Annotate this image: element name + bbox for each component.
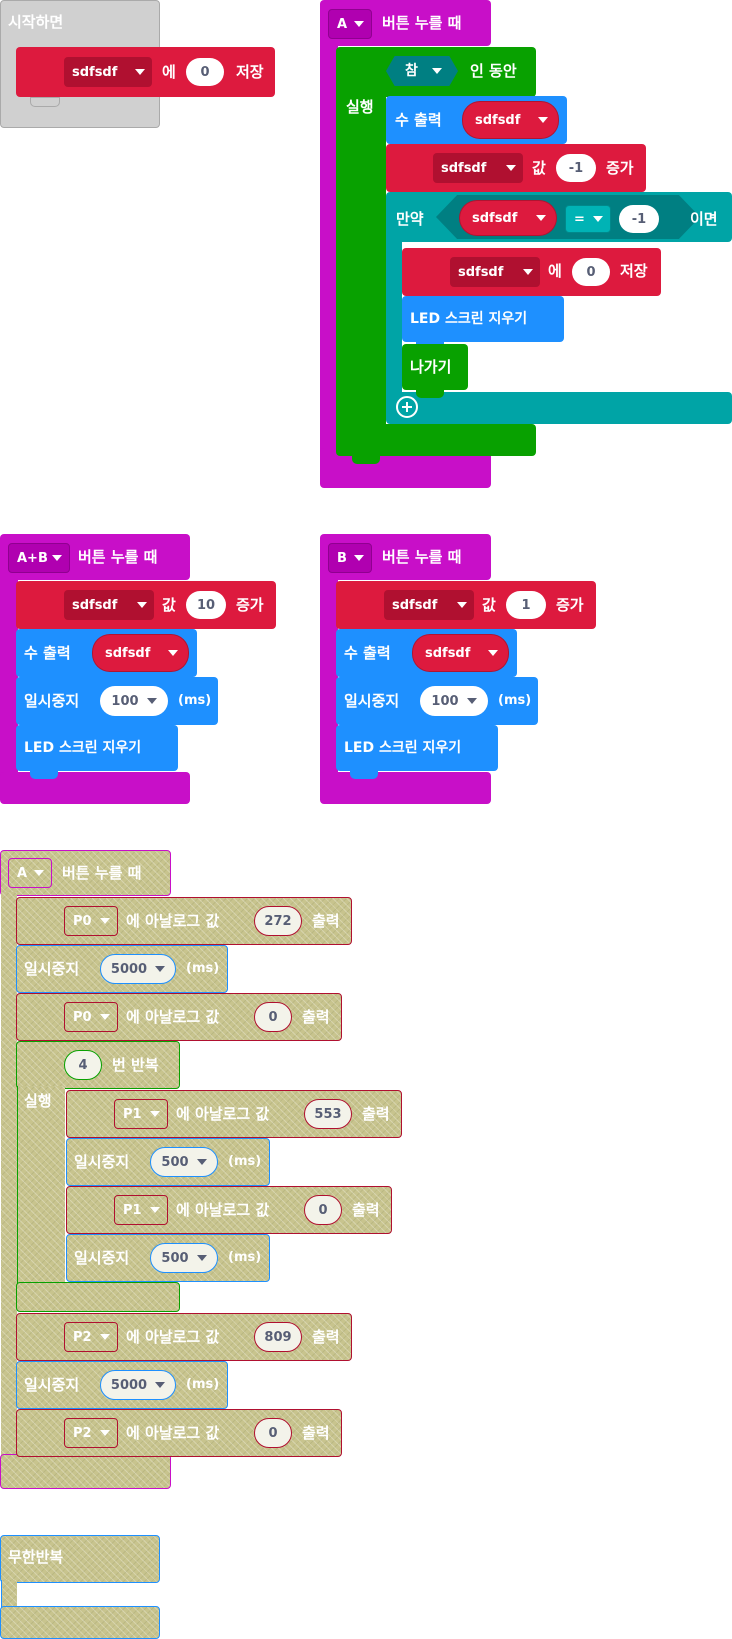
set-value-input[interactable]: 0 xyxy=(186,58,224,86)
chevron-down-icon xyxy=(354,21,364,27)
pause-value-dropdown[interactable]: 100 xyxy=(420,686,488,716)
pin-dropdown[interactable]: P0 xyxy=(64,906,118,936)
repeat-body xyxy=(17,1086,65,1290)
forever-label: 무한반복 xyxy=(8,1548,64,1566)
variable-reporter[interactable]: sdfsdf xyxy=(462,101,559,139)
chevron-down-icon xyxy=(34,870,44,876)
analog-value-input[interactable]: 272 xyxy=(254,906,302,936)
chevron-down-icon xyxy=(135,69,145,75)
variable-reporter[interactable]: sdfsdf xyxy=(459,200,557,236)
store-label: 저장 xyxy=(236,63,264,81)
chevron-down-icon xyxy=(52,555,62,561)
pin-dropdown[interactable]: P2 xyxy=(64,1418,118,1448)
variable-dropdown[interactable]: sdfsdf xyxy=(64,590,154,620)
variable-reporter[interactable]: sdfsdf xyxy=(92,634,189,672)
chevron-down-icon xyxy=(196,1159,207,1165)
while-do-label: 실행 xyxy=(346,98,374,116)
button-select-dropdown[interactable]: A xyxy=(8,858,52,888)
chevron-down-icon xyxy=(538,117,548,123)
analog-value-input[interactable]: 553 xyxy=(304,1099,352,1129)
button-select-dropdown[interactable]: A+B xyxy=(8,543,70,573)
chevron-down-icon xyxy=(593,216,603,222)
set-value-input[interactable]: 0 xyxy=(572,258,610,286)
button-select-dropdown[interactable]: B xyxy=(328,543,372,573)
change-value-input[interactable]: 10 xyxy=(186,591,226,619)
pause-value-dropdown[interactable]: 5000 xyxy=(100,1370,176,1400)
pause-value-dropdown[interactable]: 100 xyxy=(100,686,168,716)
chevron-down-icon xyxy=(432,68,442,74)
variable-dropdown[interactable]: sdfsdf xyxy=(384,590,474,620)
chevron-down-icon xyxy=(146,698,157,704)
if-label: 만약 xyxy=(396,210,424,228)
analog-value-input[interactable]: 0 xyxy=(254,1002,292,1032)
chevron-down-icon xyxy=(100,1430,110,1436)
chevron-down-icon xyxy=(100,1334,110,1340)
analog-value-input[interactable]: 809 xyxy=(254,1322,302,1352)
chevron-down-icon xyxy=(457,602,467,608)
plus-circle-icon[interactable] xyxy=(396,396,418,418)
chevron-down-icon xyxy=(354,555,364,561)
event-label: 버튼 누를 때 xyxy=(382,14,462,32)
variable-dropdown[interactable]: sdfsdf xyxy=(64,57,152,87)
chevron-down-icon xyxy=(488,650,498,656)
chevron-down-icon xyxy=(100,1014,110,1020)
chevron-down-icon xyxy=(466,698,477,704)
pause-value-dropdown[interactable]: 5000 xyxy=(100,954,176,984)
chevron-down-icon xyxy=(137,602,147,608)
chevron-down-icon xyxy=(155,1382,166,1388)
then-label: 이면 xyxy=(690,210,718,228)
set-to-label: 에 xyxy=(162,63,176,81)
repeat-count-input[interactable]: 4 xyxy=(64,1050,102,1080)
chevron-down-icon xyxy=(506,165,516,171)
while-loop-body xyxy=(336,90,386,430)
chevron-down-icon xyxy=(150,1111,160,1117)
pause-value-dropdown[interactable]: 500 xyxy=(150,1147,218,1177)
chevron-down-icon xyxy=(100,918,110,924)
change-value-input[interactable]: -1 xyxy=(556,154,596,182)
while-label: 인 동안 xyxy=(470,62,517,80)
button-select-dropdown[interactable]: A xyxy=(328,9,372,39)
pin-dropdown[interactable]: P1 xyxy=(114,1099,168,1129)
operator-dropdown[interactable]: = xyxy=(565,205,611,233)
pin-dropdown[interactable]: P0 xyxy=(64,1002,118,1032)
if-body xyxy=(386,236,402,396)
pin-dropdown[interactable]: P1 xyxy=(114,1195,168,1225)
chevron-down-icon xyxy=(150,1207,160,1213)
analog-value-input[interactable]: 0 xyxy=(304,1195,342,1225)
chevron-down-icon xyxy=(155,966,166,972)
chevron-down-icon xyxy=(168,650,178,656)
change-value-input[interactable]: 1 xyxy=(506,591,546,619)
condition-true[interactable] xyxy=(386,56,458,86)
pause-value-dropdown[interactable]: 500 xyxy=(150,1243,218,1273)
compare-value-input[interactable]: -1 xyxy=(619,205,659,233)
chevron-down-icon xyxy=(196,1255,207,1261)
analog-value-input[interactable]: 0 xyxy=(254,1418,292,1448)
pin-dropdown[interactable]: P2 xyxy=(64,1322,118,1352)
variable-reporter[interactable]: sdfsdf xyxy=(412,634,509,672)
chevron-down-icon xyxy=(523,269,533,275)
variable-dropdown[interactable]: sdfsdf xyxy=(433,153,523,183)
chevron-down-icon xyxy=(536,215,546,221)
on-start-label: 시작하면 xyxy=(8,13,64,31)
variable-dropdown[interactable]: sdfsdf xyxy=(450,257,540,287)
